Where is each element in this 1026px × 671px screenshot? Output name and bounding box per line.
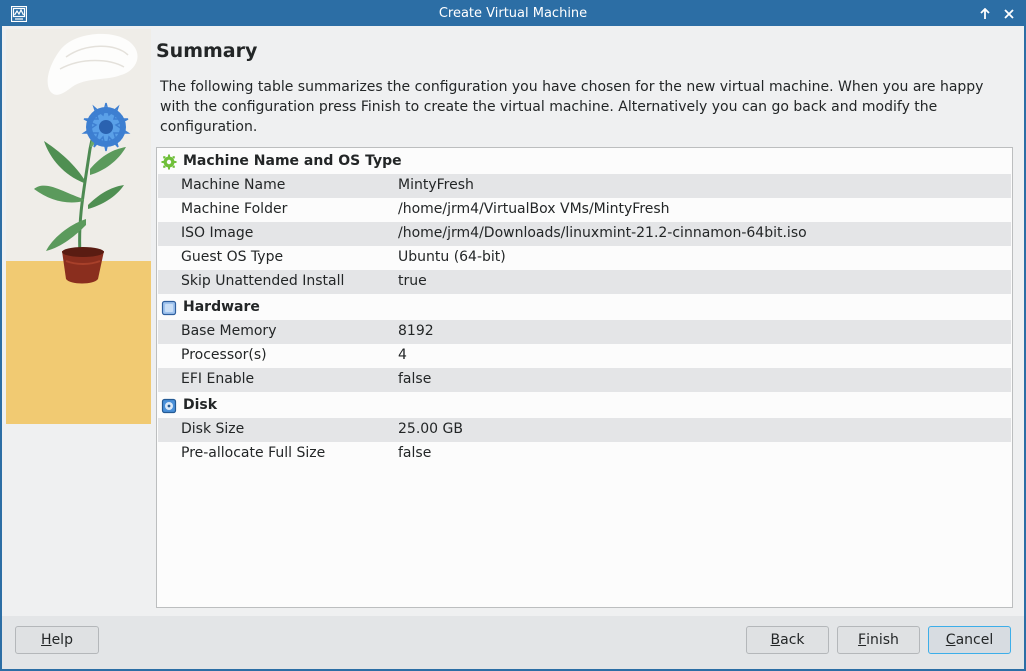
- group-title: Machine Name and OS Type: [183, 153, 402, 169]
- cancel-mnemonic: C: [945, 632, 956, 648]
- row-key: Base Memory: [181, 323, 277, 339]
- gear-cog-icon: [161, 154, 177, 170]
- table-row[interactable]: ISO Image /home/jrm4/Downloads/linuxmint…: [158, 222, 1011, 246]
- row-key: Processor(s): [181, 347, 267, 363]
- window-title: Create Virtual Machine: [438, 6, 588, 21]
- row-key: Skip Unattended Install: [181, 273, 345, 289]
- finish-label-rest: inish: [866, 632, 899, 648]
- group-header-hardware[interactable]: Hardware: [158, 296, 1011, 320]
- title-bar[interactable]: Create Virtual Machine: [2, 2, 1024, 26]
- keep-above-icon[interactable]: [976, 5, 994, 23]
- dialog-body: Summary The following table summarizes t…: [2, 26, 1024, 669]
- row-key: Guest OS Type: [181, 249, 284, 265]
- table-row[interactable]: Base Memory 8192: [158, 320, 1011, 344]
- row-key: Machine Folder: [181, 201, 288, 217]
- row-value: 4: [398, 347, 407, 363]
- back-mnemonic: B: [770, 632, 781, 648]
- table-row[interactable]: Guest OS Type Ubuntu (64-bit): [158, 246, 1011, 270]
- wizard-side-illustration: [6, 29, 151, 424]
- finish-mnemonic: F: [858, 632, 867, 648]
- group-title: Hardware: [183, 299, 260, 315]
- group-header-name-os[interactable]: Machine Name and OS Type: [158, 150, 1011, 174]
- help-mnemonic: H: [41, 632, 52, 648]
- row-value: MintyFresh: [398, 177, 474, 193]
- finish-button[interactable]: Finish: [837, 626, 920, 654]
- table-row[interactable]: Skip Unattended Install true: [158, 270, 1011, 294]
- table-row[interactable]: Disk Size 25.00 GB: [158, 418, 1011, 442]
- table-row[interactable]: Pre-allocate Full Size false: [158, 442, 1011, 466]
- disk-icon: [161, 398, 177, 414]
- table-row[interactable]: Machine Name MintyFresh: [158, 174, 1011, 198]
- cancel-button[interactable]: Cancel: [928, 626, 1011, 654]
- row-key: EFI Enable: [181, 371, 255, 387]
- summary-table[interactable]: Machine Name and OS Type Machine Name Mi…: [156, 147, 1013, 608]
- table-row[interactable]: Machine Folder /home/jrm4/VirtualBox VMs…: [158, 198, 1011, 222]
- row-value: 8192: [398, 323, 434, 339]
- group-header-disk[interactable]: Disk: [158, 394, 1011, 418]
- back-button[interactable]: Back: [746, 626, 829, 654]
- row-value: Ubuntu (64-bit): [398, 249, 506, 265]
- page-title: Summary: [156, 40, 258, 62]
- row-key: ISO Image: [181, 225, 254, 241]
- back-label-rest: ack: [780, 632, 805, 648]
- row-value: false: [398, 445, 432, 461]
- help-label-rest: elp: [51, 632, 73, 648]
- row-key: Machine Name: [181, 177, 286, 193]
- cancel-label-rest: ancel: [955, 632, 994, 648]
- page-description: The following table summarizes the confi…: [160, 79, 984, 135]
- group-title: Disk: [183, 397, 218, 413]
- close-icon[interactable]: [1000, 5, 1018, 23]
- row-value: /home/jrm4/Downloads/linuxmint-21.2-cinn…: [398, 225, 807, 241]
- dialog-window: Create Virtual Machine Summary The follo…: [0, 0, 1026, 671]
- table-row[interactable]: EFI Enable false: [158, 368, 1011, 392]
- row-key: Pre-allocate Full Size: [181, 445, 326, 461]
- row-value: 25.00 GB: [398, 421, 463, 437]
- row-key: Disk Size: [181, 421, 245, 437]
- row-value: /home/jrm4/VirtualBox VMs/MintyFresh: [398, 201, 670, 217]
- chip-icon: [161, 300, 177, 316]
- row-value: false: [398, 371, 432, 387]
- table-row[interactable]: Processor(s) 4: [158, 344, 1011, 368]
- button-bar: Help Back Finish Cancel: [2, 616, 1024, 669]
- help-button[interactable]: Help: [15, 626, 99, 654]
- row-value: true: [398, 273, 427, 289]
